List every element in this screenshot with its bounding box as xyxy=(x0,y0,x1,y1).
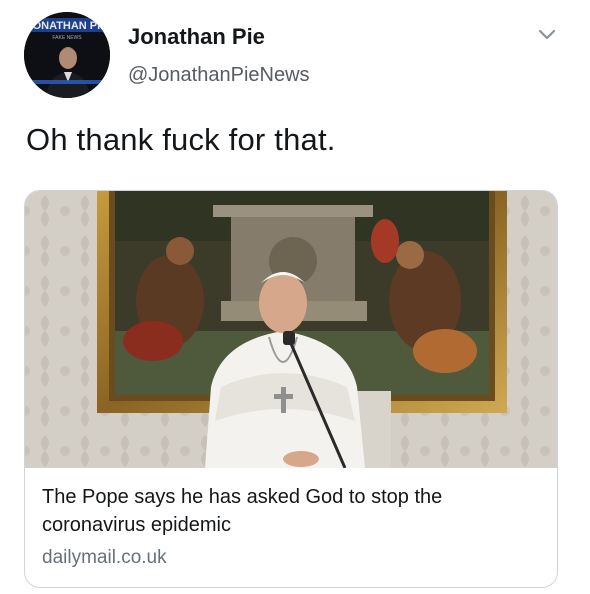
card-domain: dailymail.co.uk xyxy=(42,547,167,568)
tweet: JONATHAN PIE FAKE NEWS Jonathan Pie @Jon… xyxy=(0,0,590,594)
author-handle[interactable]: @JonathanPieNews xyxy=(128,64,310,87)
tweet-text: Oh thank fuck for that. xyxy=(26,122,336,157)
avatar-image: JONATHAN PIE FAKE NEWS xyxy=(24,12,110,98)
card-image xyxy=(25,191,557,468)
link-card[interactable]: The Pope says he has asked God to stop t… xyxy=(24,190,558,588)
chevron-down-icon[interactable] xyxy=(537,24,557,44)
avatar-sub-text: FAKE NEWS xyxy=(52,35,82,41)
avatar-banner-text: JONATHAN PIE xyxy=(26,20,107,32)
avatar[interactable]: JONATHAN PIE FAKE NEWS xyxy=(24,12,110,98)
card-title: The Pope says he has asked God to stop t… xyxy=(42,486,443,536)
author-name[interactable]: Jonathan Pie xyxy=(128,24,265,50)
